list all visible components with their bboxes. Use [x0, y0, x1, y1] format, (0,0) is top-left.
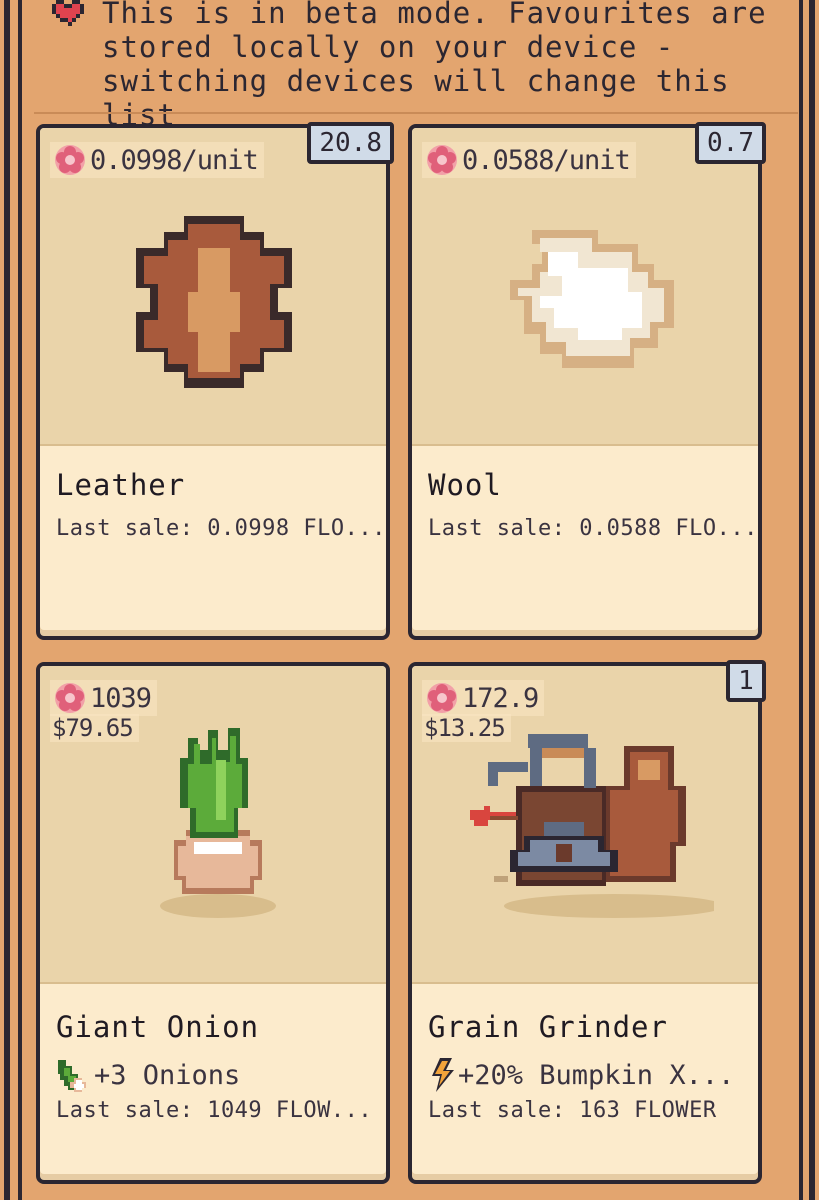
item-card-giant-onion[interactable]: 1039 $79.65 Giant Onion +3 Onions Last s… [36, 662, 390, 1184]
price-tag: 0.0998/unit [50, 142, 264, 178]
item-name: Grain Grinder [428, 1010, 668, 1044]
quantity-badge: 20.8 [307, 122, 394, 164]
boost-text: +20% Bumpkin X... [428, 1058, 734, 1092]
price-text: 0.0998/unit [90, 144, 259, 176]
divider [34, 112, 798, 114]
price-tag: 1039 [50, 680, 158, 716]
flower-icon [427, 683, 457, 713]
item-card-grain-grinder[interactable]: 172.9 $13.25 1 Grain Grinder +20% Bumpki… [408, 660, 766, 1184]
lightning-icon [432, 1058, 454, 1092]
boost-label: +20% Bumpkin X... [458, 1059, 735, 1091]
boost-text: +3 Onions [56, 1058, 240, 1092]
last-sale-text: Last sale: 163 FLOWER [428, 1098, 717, 1123]
last-sale-text: Last sale: 0.0998 FLO... [56, 516, 386, 541]
usd-price: $13.25 [422, 714, 511, 742]
last-sale-text: Last sale: 1049 FLOW... [56, 1098, 373, 1123]
heart-icon [52, 0, 84, 26]
last-sale-text: Last sale: 0.0588 FLO... [428, 516, 758, 541]
item-card-wool[interactable]: 0.0588/unit 0.7 Wool Last sale: 0.0588 F… [408, 122, 766, 640]
item-name: Leather [56, 468, 186, 502]
right-frame [799, 0, 819, 1200]
price-text: 0.0588/unit [462, 144, 631, 176]
left-frame [0, 0, 22, 1200]
flower-icon [427, 145, 457, 175]
price-text: 1039 [90, 682, 152, 714]
price-tag: 0.0588/unit [422, 142, 636, 178]
grain-grinder-icon [470, 734, 714, 918]
quantity-badge: 0.7 [695, 122, 766, 164]
wool-icon [510, 230, 674, 368]
boost-label: +3 Onions [94, 1059, 241, 1091]
leather-icon [136, 216, 292, 388]
giant-onion-icon [160, 728, 276, 918]
price-tag: 172.9 [422, 680, 545, 716]
beta-notice: This is in beta mode. Favourites are sto… [40, 0, 800, 132]
flower-icon [55, 683, 85, 713]
item-name: Wool [428, 468, 502, 502]
price-text: 172.9 [462, 682, 539, 714]
flower-icon [55, 145, 85, 175]
item-name: Giant Onion [56, 1010, 260, 1044]
onion-icon [58, 1060, 86, 1092]
quantity-badge: 1 [726, 660, 766, 702]
usd-price: $79.65 [50, 714, 139, 742]
item-card-leather[interactable]: 0.0998/unit 20.8 Leather Last sale: 0.09… [36, 122, 394, 640]
